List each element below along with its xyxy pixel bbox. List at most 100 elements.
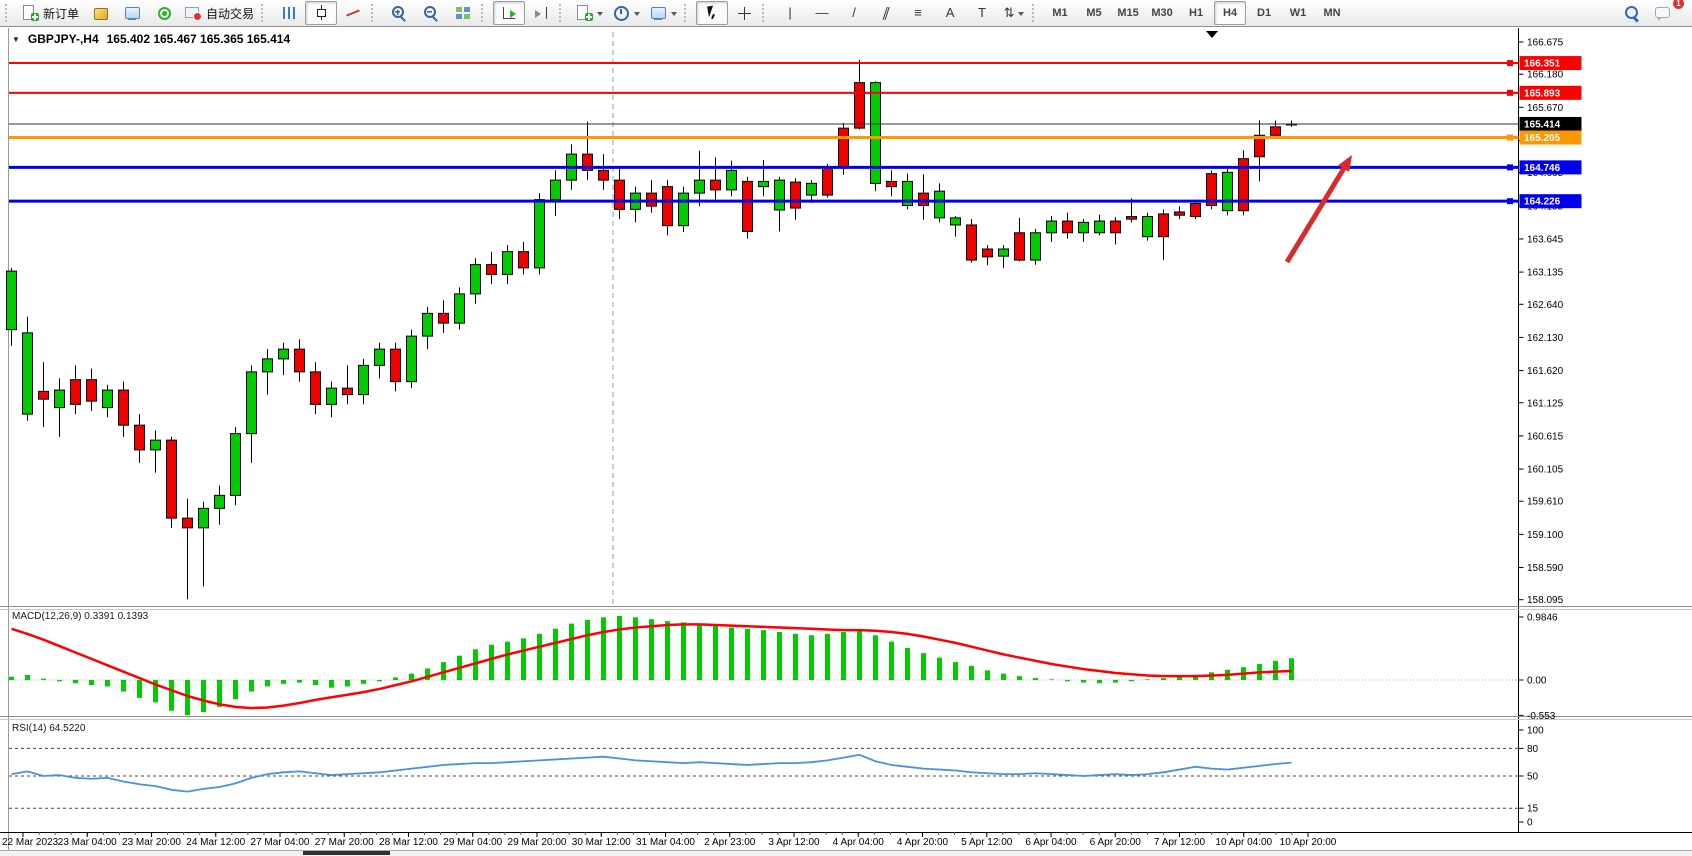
hline-handle[interactable] (1507, 60, 1513, 66)
timeframe-button-h1[interactable]: H1 (1180, 1, 1212, 25)
autotrading-button[interactable]: 自动交易 (180, 1, 259, 25)
hline-handle[interactable] (1507, 135, 1513, 141)
horizontal-scrollbar[interactable] (0, 850, 1692, 856)
periods-button[interactable] (608, 1, 645, 25)
vertical-line-button[interactable]: | (774, 1, 806, 25)
svg-text:-0.553: -0.553 (1527, 711, 1556, 722)
svg-text:166.675: 166.675 (1527, 38, 1564, 49)
indicators-button[interactable] (571, 1, 608, 25)
text-tool-icon: A (946, 6, 955, 20)
chevron-down-icon (1018, 12, 1024, 19)
line-chart-button[interactable] (337, 1, 369, 25)
auto-scroll-button[interactable] (493, 1, 525, 25)
timeframe-button-w1[interactable]: W1 (1282, 1, 1314, 25)
chevron-down-icon (671, 12, 677, 19)
annotation-arrow[interactable] (1287, 155, 1352, 262)
timeframe-button-m5[interactable]: M5 (1078, 1, 1110, 25)
svg-text:0: 0 (1527, 818, 1533, 829)
fibonacci-icon: ≡ (914, 6, 922, 20)
hline-handle[interactable] (1507, 90, 1513, 96)
clock-icon (613, 5, 630, 21)
chart-collapse-icon[interactable]: ▼ (12, 35, 20, 44)
notification-badge: 1 (1673, 0, 1684, 9)
bar-chart-icon (281, 5, 298, 21)
label-tool-icon: T (978, 6, 986, 20)
svg-text:158.590: 158.590 (1527, 563, 1564, 574)
quick-trade-button[interactable] (84, 1, 116, 25)
hline-handle[interactable] (1507, 164, 1513, 170)
timeframe-button-m15[interactable]: M15 (1112, 1, 1144, 25)
fibonacci-button[interactable]: ≡ (902, 1, 934, 25)
rsi-indicator-label: RSI(14) 64.5220 (12, 723, 85, 734)
toolbar-grip (481, 4, 489, 22)
label-tool-button[interactable]: T (966, 1, 998, 25)
channel-button[interactable]: ∥ (870, 1, 902, 25)
timeframe-button-h4[interactable]: H4 (1214, 1, 1246, 25)
svg-text:2 Apr 23:00: 2 Apr 23:00 (704, 837, 756, 848)
indicators-icon (576, 5, 593, 21)
bar-chart-button[interactable] (273, 1, 305, 25)
notifications-button[interactable]: 1 (1647, 1, 1679, 25)
svg-text:165.670: 165.670 (1527, 103, 1564, 114)
svg-text:0.9846: 0.9846 (1527, 612, 1558, 623)
new-order-button[interactable]: 新订单 (17, 1, 84, 25)
svg-text:159.100: 159.100 (1527, 530, 1564, 541)
timeframe-button-d1[interactable]: D1 (1248, 1, 1280, 25)
new-order-label: 新订单 (43, 5, 79, 22)
signals-button[interactable] (148, 1, 180, 25)
svg-text:164.746: 164.746 (1524, 163, 1561, 174)
toolbar-grip (762, 4, 770, 22)
svg-text:165.414: 165.414 (1524, 119, 1561, 130)
timeframe-button-m30[interactable]: M30 (1146, 1, 1178, 25)
horizontal-line-button[interactable]: — (806, 1, 838, 25)
chart-shift-icon (533, 5, 550, 21)
time-axis[interactable]: 22 Mar 202323 Mar 04:0023 Mar 20:0024 Ma… (2, 832, 1337, 848)
svg-text:22 Mar 2023: 22 Mar 2023 (2, 837, 59, 848)
svg-text:29 Mar 04:00: 29 Mar 04:00 (443, 837, 502, 848)
auto-scroll-icon (501, 5, 518, 21)
scrollbar-thumb[interactable] (303, 851, 390, 855)
signal-icon (156, 5, 173, 21)
svg-text:163.645: 163.645 (1527, 234, 1564, 245)
shapes-button[interactable]: ⇅ (998, 1, 1030, 25)
rsi-line (12, 755, 1292, 792)
zoom-in-icon (391, 5, 408, 21)
chart-shift-button[interactable] (525, 1, 557, 25)
chart-shift-marker[interactable] (1206, 31, 1218, 38)
crosshair-button[interactable] (728, 1, 760, 25)
chart-title-bar: ▼ GBPJPY-,H4 165.402 165.467 165.365 165… (12, 32, 290, 46)
market-depth-button[interactable] (116, 1, 148, 25)
templates-button[interactable] (645, 1, 682, 25)
chat-bubble-icon (1655, 5, 1672, 21)
svg-text:4 Apr 20:00: 4 Apr 20:00 (897, 837, 949, 848)
autotrading-label: 自动交易 (206, 5, 254, 22)
svg-text:160.615: 160.615 (1527, 431, 1564, 442)
cursor-button[interactable] (696, 1, 728, 25)
line-chart-icon (345, 5, 362, 21)
trendline-button[interactable]: / (838, 1, 870, 25)
svg-text:23 Mar 20:00: 23 Mar 20:00 (122, 837, 181, 848)
timeframe-button-mn[interactable]: MN (1316, 1, 1348, 25)
search-button[interactable] (1615, 1, 1647, 25)
candlestick-chart-button[interactable] (305, 1, 337, 25)
text-tool-button[interactable]: A (934, 1, 966, 25)
price-axis[interactable]: 166.675166.180165.670165.160164.665164.1… (1519, 38, 1582, 829)
svg-text:30 Mar 12:00: 30 Mar 12:00 (572, 837, 631, 848)
rsi-pane (9, 748, 1519, 808)
toolbar-grip (559, 4, 567, 22)
toolbar-grip (371, 4, 379, 22)
horizontal-line-icon: — (816, 6, 829, 20)
svg-text:28 Mar 12:00: 28 Mar 12:00 (379, 837, 438, 848)
timeframe-button-m1[interactable]: M1 (1044, 1, 1076, 25)
zoom-in-button[interactable] (383, 1, 415, 25)
svg-text:160.105: 160.105 (1527, 465, 1564, 476)
tile-windows-icon (455, 5, 472, 21)
chart-canvas[interactable]: 166.675166.180165.670165.160164.665164.1… (0, 0, 1692, 855)
svg-text:161.125: 161.125 (1527, 398, 1564, 409)
svg-text:165.893: 165.893 (1524, 88, 1561, 99)
svg-text:162.130: 162.130 (1527, 333, 1564, 344)
svg-text:80: 80 (1527, 744, 1539, 755)
zoom-out-button[interactable] (415, 1, 447, 25)
hline-handle[interactable] (1507, 198, 1513, 204)
tile-windows-button[interactable] (447, 1, 479, 25)
